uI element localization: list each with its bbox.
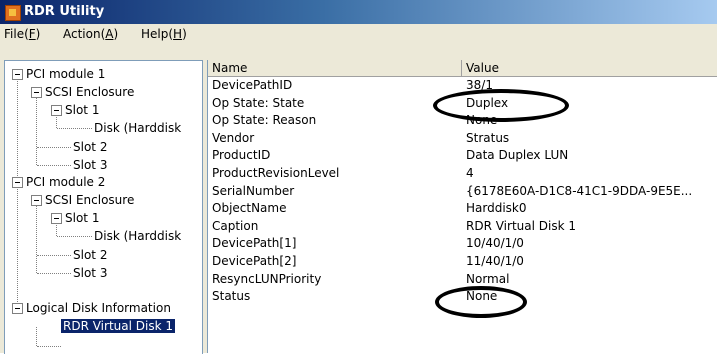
table-cell-name[interactable]: ObjectName bbox=[212, 202, 286, 215]
tree-line bbox=[37, 255, 71, 256]
table-cell-name[interactable]: Vendor bbox=[212, 132, 254, 145]
table-cell-name[interactable]: ProductID bbox=[212, 149, 270, 162]
tree-item-logical-disk-information[interactable]: Logical Disk Information bbox=[26, 301, 171, 315]
tree-item-pci-module-1[interactable]: PCI module 1 bbox=[26, 67, 105, 81]
table-cell-value: Harddisk0 bbox=[466, 201, 527, 215]
tree-item-slot-1[interactable]: Slot 1 bbox=[65, 103, 99, 117]
tree-item-slot-3[interactable]: Slot 3 bbox=[73, 158, 107, 172]
tree-line bbox=[37, 346, 61, 347]
table-cell-name[interactable]: ProductRevisionLevel bbox=[212, 167, 339, 180]
highlight-oval bbox=[433, 89, 569, 122]
table-cell-value: 4 bbox=[466, 166, 474, 180]
table-cell-value: 11/40/1/0 bbox=[466, 254, 524, 268]
device-tree[interactable]: PCI module 1 SCSI Enclosure Slot 1 Disk … bbox=[4, 60, 203, 354]
table-cell-name[interactable]: Op State: Reason bbox=[212, 114, 316, 127]
column-header-value[interactable]: Value bbox=[462, 60, 717, 77]
table-cell-value: Normal bbox=[466, 272, 510, 286]
tree-item-rdr-virtual-disk-1[interactable]: RDR Virtual Disk 1 bbox=[60, 318, 176, 334]
column-header-name[interactable]: Name bbox=[208, 60, 462, 77]
tree-line bbox=[36, 327, 37, 346]
highlight-oval bbox=[435, 286, 527, 318]
table-cell-name[interactable]: SerialNumber bbox=[212, 185, 294, 198]
tree-item-slot-2[interactable]: Slot 2 bbox=[73, 140, 107, 154]
table-cell-name[interactable]: Status bbox=[212, 290, 250, 303]
tree-line bbox=[57, 236, 92, 237]
tree-line bbox=[36, 93, 37, 165]
table-cell-value: Stratus bbox=[466, 131, 510, 145]
properties-list[interactable]: Name Value DevicePathID 38/1 Op State: Sta… bbox=[207, 60, 717, 353]
tree-item-slot-1[interactable]: Slot 1 bbox=[65, 211, 99, 225]
table-cell-name[interactable]: Op State: State bbox=[212, 97, 304, 110]
table-cell-name[interactable]: DevicePath[1] bbox=[212, 237, 296, 250]
table-cell-name[interactable]: Caption bbox=[212, 220, 258, 233]
table-cell-name[interactable]: DevicePath[2] bbox=[212, 255, 296, 268]
tree-item-slot-3[interactable]: Slot 3 bbox=[73, 266, 107, 280]
tree-line bbox=[37, 147, 71, 148]
menu-action[interactable]: Action(A) bbox=[63, 27, 118, 41]
tree-line bbox=[57, 128, 92, 129]
table-cell-value: Data Duplex LUN bbox=[466, 148, 569, 162]
table-cell-name[interactable]: ResyncLUNPriority bbox=[212, 273, 321, 286]
collapse-icon[interactable] bbox=[12, 303, 23, 314]
tree-item-scsi-enclosure[interactable]: SCSI Enclosure bbox=[45, 193, 134, 207]
title-bar[interactable]: RDR Utility bbox=[0, 0, 717, 24]
tree-item-scsi-enclosure[interactable]: SCSI Enclosure bbox=[45, 85, 134, 99]
tree-line bbox=[36, 201, 37, 273]
tree-line bbox=[17, 75, 18, 314]
collapse-icon[interactable] bbox=[12, 69, 23, 80]
menu-file[interactable]: File(F) bbox=[4, 27, 40, 41]
menu-help[interactable]: Help(H) bbox=[141, 27, 187, 41]
collapse-icon[interactable] bbox=[31, 195, 42, 206]
tree-item-pci-module-2[interactable]: PCI module 2 bbox=[26, 175, 105, 189]
collapse-icon[interactable] bbox=[12, 177, 23, 188]
window-title: RDR Utility bbox=[24, 4, 105, 19]
table-cell-value: {6178E60A-D1C8-41C1-9DDA-9E5E... bbox=[466, 184, 693, 198]
collapse-icon[interactable] bbox=[51, 213, 62, 224]
table-cell-value: 10/40/1/0 bbox=[466, 236, 524, 250]
tree-line bbox=[37, 273, 71, 274]
app-icon bbox=[5, 5, 21, 21]
tree-item-disk[interactable]: Disk (Harddisk bbox=[94, 121, 181, 135]
collapse-icon[interactable] bbox=[31, 87, 42, 98]
rdr-utility-window: RDR Utility File(F) Action(A) Help(H) PC… bbox=[0, 0, 717, 354]
tree-line bbox=[37, 165, 71, 166]
tree-item-slot-2[interactable]: Slot 2 bbox=[73, 248, 107, 262]
table-cell-name[interactable]: DevicePathID bbox=[212, 79, 292, 92]
collapse-icon[interactable] bbox=[51, 105, 62, 116]
table-cell-value: RDR Virtual Disk 1 bbox=[466, 219, 576, 233]
menu-bar: File(F) Action(A) Help(H) bbox=[0, 24, 717, 44]
tree-item-disk[interactable]: Disk (Harddisk bbox=[94, 229, 181, 243]
